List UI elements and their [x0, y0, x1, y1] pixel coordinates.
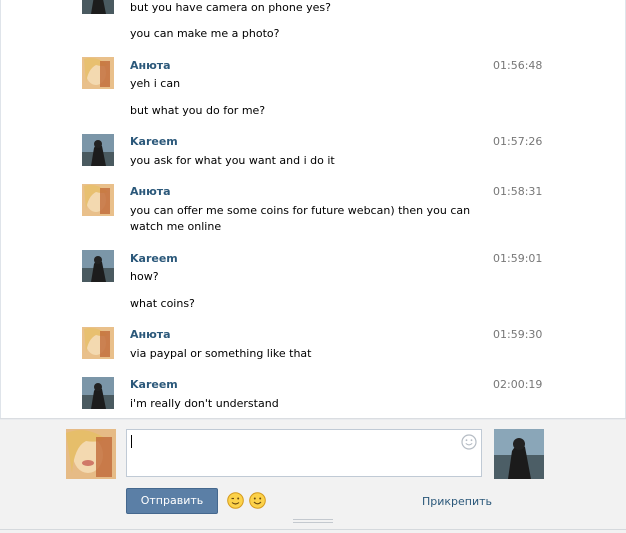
sender-name[interactable]: Kareem: [130, 135, 178, 149]
avatar-anuta[interactable]: [82, 327, 114, 359]
avatar-kareem[interactable]: [82, 0, 114, 14]
avatar-kareem[interactable]: [82, 134, 114, 166]
sender-name[interactable]: Анюта: [130, 59, 171, 73]
avatar-anuta[interactable]: [66, 429, 116, 479]
avatar-kareem[interactable]: [82, 250, 114, 282]
message-time: 02:00:19: [493, 378, 543, 391]
resize-handle[interactable]: [293, 519, 333, 525]
text-caret: [131, 435, 132, 448]
message-composer: Отправить Прикрепить: [0, 418, 626, 533]
message-time: 01:57:26: [493, 135, 543, 148]
wink-emoji-icon[interactable]: [227, 492, 244, 509]
divider: [0, 529, 626, 530]
message-text: via paypal or something like that: [130, 347, 312, 360]
divider: [0, 0, 1, 418]
message-text: how?: [130, 270, 159, 283]
message-time: 01:59:01: [493, 252, 543, 265]
smiley-icon[interactable]: [461, 434, 477, 450]
avatar-anuta[interactable]: [82, 184, 114, 216]
sender-name[interactable]: Анюта: [130, 185, 171, 199]
message-history[interactable]: but you have camera on phone yes? you ca…: [0, 0, 626, 418]
message-text: but what you do for me?: [130, 104, 266, 117]
message-text: you ask for what you want and i do it: [130, 154, 335, 167]
message-text: you can offer me some coins for future w…: [130, 204, 471, 233]
sender-name[interactable]: Анюта: [130, 328, 171, 342]
attach-link[interactable]: Прикрепить: [422, 495, 492, 509]
message-text: what coins?: [130, 297, 195, 310]
send-button[interactable]: Отправить: [126, 488, 218, 514]
sender-name[interactable]: Kareem: [130, 378, 178, 392]
message-time: 01:56:48: [493, 59, 543, 72]
sender-name[interactable]: Kareem: [130, 252, 178, 266]
message-text: but you have camera on phone yes?: [130, 1, 331, 14]
smile-emoji-icon[interactable]: [249, 492, 266, 509]
message-input[interactable]: [126, 429, 482, 477]
message-text: i'm really don't understand: [130, 397, 279, 410]
message-time: 01:59:30: [493, 328, 543, 341]
avatar-kareem[interactable]: [82, 377, 114, 409]
message-text: yeh i can: [130, 77, 181, 90]
message-time: 01:58:31: [493, 185, 543, 198]
message-text: you can make me a photo?: [130, 27, 280, 40]
divider: [0, 419, 626, 420]
avatar-kareem[interactable]: [494, 429, 544, 479]
avatar-anuta[interactable]: [82, 57, 114, 89]
